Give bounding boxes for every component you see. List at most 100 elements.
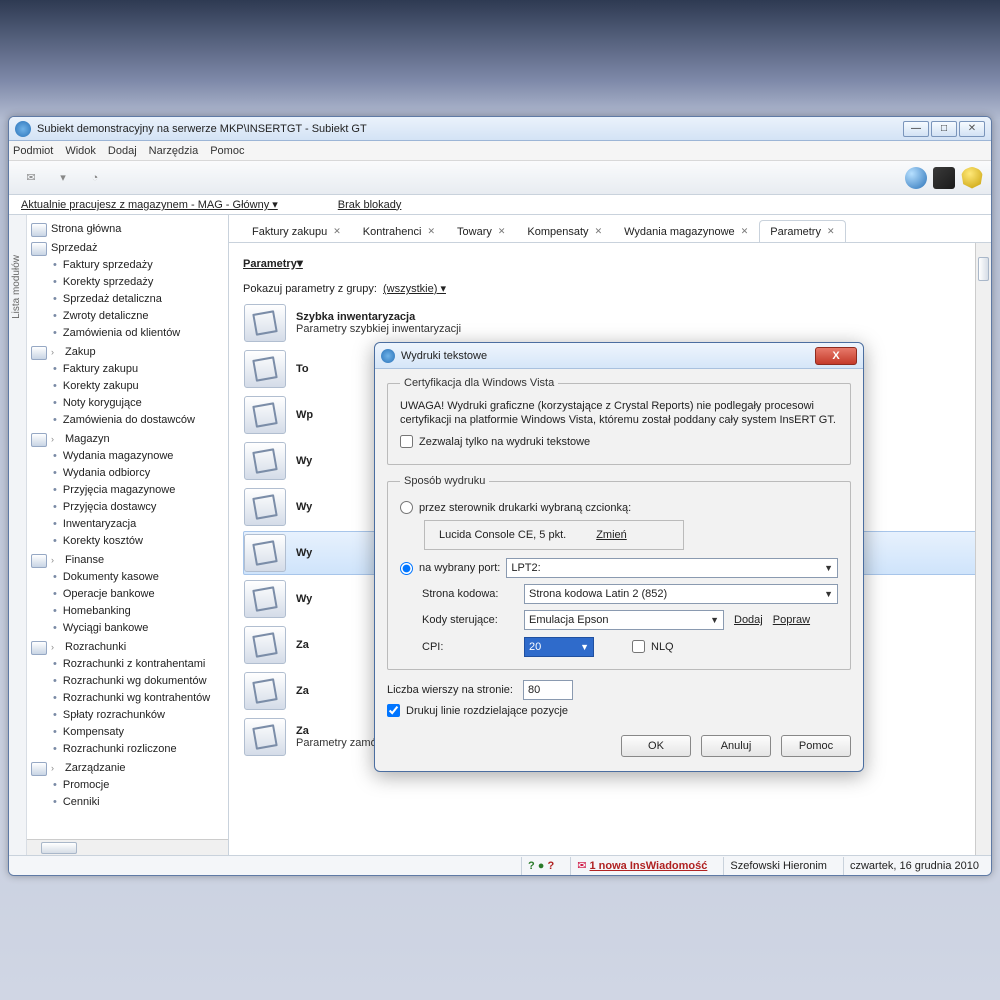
dialog-titlebar[interactable]: Wydruki tekstowe X [375, 343, 863, 369]
checkbox-text-only[interactable]: Zezwalaj tylko na wydruki tekstowe [400, 435, 838, 448]
sidebar-item[interactable]: Wydania magazynowe [31, 448, 226, 465]
sidebar-item[interactable]: Przyjęcia magazynowe [31, 482, 226, 499]
maximize-button[interactable]: □ [931, 121, 957, 137]
sidebar-item[interactable]: Korekty kosztów [31, 533, 226, 550]
sidebar-item[interactable]: Rozrachunki wg kontrahentów [31, 690, 226, 707]
sidebar-group[interactable]: Sprzedaż [31, 240, 226, 257]
cancel-button[interactable]: Anuluj [701, 735, 771, 757]
dialog-wydruki-tekstowe: Wydruki tekstowe X Certyfikacja dla Wind… [374, 342, 864, 772]
help-button[interactable]: Pomoc [781, 735, 851, 757]
checkbox-separator-lines[interactable]: Drukuj linie rozdzielające pozycje [387, 704, 851, 717]
sidebar-item[interactable]: Zamówienia od klientów [31, 325, 226, 342]
sidebar-item[interactable]: Kompensaty [31, 724, 226, 741]
lock-status[interactable]: Brak blokady [338, 199, 402, 211]
close-icon[interactable]: ✕ [498, 226, 506, 237]
toolbar-btn-dropdown[interactable]: ▾ [49, 165, 77, 191]
codes-select[interactable]: Emulacja Epson▼ [524, 610, 724, 630]
sidebar-item[interactable]: Noty korygujące [31, 395, 226, 412]
scrollbar-thumb[interactable] [978, 257, 989, 281]
sidebar-item[interactable]: Wydania odbiorcy [31, 465, 226, 482]
port-select[interactable]: LPT2:▼ [506, 558, 838, 578]
menu-item[interactable]: Pomoc [210, 145, 244, 157]
sidebar-item[interactable]: Operacje bankowe [31, 586, 226, 603]
radio-port[interactable]: na wybrany port: LPT2:▼ [400, 558, 838, 578]
close-icon[interactable]: ✕ [827, 226, 835, 237]
dialog-close-button[interactable]: X [815, 347, 857, 365]
content-vscroll[interactable] [975, 243, 991, 855]
sidebar-item[interactable]: Przyjęcia dostawcy [31, 499, 226, 516]
sidebar-item[interactable]: Promocje [31, 777, 226, 794]
scrollbar-thumb[interactable] [41, 842, 77, 854]
menu-item[interactable]: Narzędzia [149, 145, 199, 157]
sidebar-item[interactable]: Faktury zakupu [31, 361, 226, 378]
sidebar-group[interactable]: ›Finanse [31, 552, 226, 569]
sidebar-group[interactable]: ›Zarządzanie [31, 760, 226, 777]
tab[interactable]: Faktury zakupu✕ [241, 220, 352, 242]
titlebar[interactable]: Subiekt demonstracyjny na serwerze MKP\I… [9, 117, 991, 141]
menu-item[interactable]: Podmiot [13, 145, 53, 157]
close-icon[interactable]: ✕ [595, 226, 603, 237]
tab[interactable]: Wydania magazynowe✕ [613, 220, 759, 242]
tab[interactable]: Towary✕ [446, 220, 516, 242]
sidebar-item[interactable]: Rozrachunki rozliczone [31, 741, 226, 758]
warehouse-selector[interactable]: Aktualnie pracujesz z magazynem - MAG - … [21, 198, 278, 211]
filter-dropdown[interactable]: (wszystkie) ▾ [383, 283, 446, 295]
sidebar-item[interactable]: Korekty zakupu [31, 378, 226, 395]
add-link[interactable]: Dodaj [734, 614, 763, 626]
close-icon[interactable]: ✕ [333, 226, 341, 237]
sidebar-item[interactable]: Homebanking [31, 603, 226, 620]
sidebar-item[interactable]: Korekty sprzedaży [31, 274, 226, 291]
sidebar-item[interactable]: Rozrachunki wg dokumentów [31, 673, 226, 690]
tab[interactable]: Kontrahenci✕ [352, 220, 446, 242]
sidebar-item[interactable]: Spłaty rozrachunków [31, 707, 226, 724]
fix-link[interactable]: Popraw [773, 614, 810, 626]
codepage-select[interactable]: Strona kodowa Latin 2 (852)▼ [524, 584, 838, 604]
sidebar-item[interactable]: Zamówienia do dostawców [31, 412, 226, 429]
envelope-icon[interactable]: ✉ [577, 859, 586, 872]
box-icon[interactable] [933, 167, 955, 189]
close-icon[interactable]: ✕ [427, 226, 435, 237]
sidebar-item[interactable]: Sprzedaż detaliczna [31, 291, 226, 308]
page-title[interactable]: Parametry▾ [243, 251, 977, 272]
change-font-link[interactable]: Zmień [596, 529, 627, 541]
toolbar-btn-disc[interactable]: ◔ [81, 165, 109, 191]
sidebar-item[interactable]: Rozrachunki z kontrahentami [31, 656, 226, 673]
close-icon[interactable]: ✕ [741, 226, 749, 237]
sidebar-item[interactable]: Dokumenty kasowe [31, 569, 226, 586]
toolbar: ✉ ▾ ◔ [9, 161, 991, 195]
status-message[interactable]: 1 nowa InsWiadomość [590, 860, 708, 872]
sidebar-item[interactable]: Inwentaryzacja [31, 516, 226, 533]
alert-icon[interactable]: ? [547, 860, 554, 872]
ok-button[interactable]: OK [621, 735, 691, 757]
close-button[interactable]: ✕ [959, 121, 985, 137]
sidebar-item[interactable]: Cenniki [31, 794, 226, 811]
sidebar-item[interactable]: Faktury sprzedaży [31, 257, 226, 274]
tab[interactable]: Parametry✕ [759, 220, 845, 242]
param-row[interactable]: Szybka inwentaryzacjaParametry szybkiej … [243, 301, 977, 345]
tab[interactable]: Kompensaty✕ [516, 220, 613, 242]
shield-icon[interactable] [961, 167, 983, 189]
font-display-box: Lucida Console CE, 5 pkt. Zmień [424, 520, 684, 550]
radio-driver-font[interactable]: przez sterownik drukarki wybraną czcionk… [400, 501, 838, 514]
minimize-button[interactable]: — [903, 121, 929, 137]
toolbar-btn-mail[interactable]: ✉ [17, 165, 45, 191]
sidebar-group[interactable]: ›Rozrachunki [31, 639, 226, 656]
sidebar-group[interactable]: ›Magazyn [31, 431, 226, 448]
status-user: Szefowski Hieronim [723, 857, 833, 875]
sidebar-group[interactable]: Strona główna [31, 221, 226, 238]
checkbox-nlq[interactable]: NLQ [632, 640, 724, 653]
sidebar-item[interactable]: Zwroty detaliczne [31, 308, 226, 325]
sidebar-hscroll[interactable] [27, 839, 228, 855]
param-icon [244, 718, 286, 756]
app-icon [15, 121, 31, 137]
help-icon[interactable]: ? [528, 860, 535, 872]
cpi-select[interactable]: 20▼ [524, 637, 594, 657]
sidebar-group[interactable]: ›Zakup [31, 344, 226, 361]
fieldset-print-method: Sposób wydruku przez sterownik drukarki … [387, 475, 851, 670]
globe-icon[interactable] [905, 167, 927, 189]
menu-item[interactable]: Dodaj [108, 145, 137, 157]
sidebar-item[interactable]: Wyciągi bankowe [31, 620, 226, 637]
dialog-title: Wydruki tekstowe [401, 350, 487, 362]
rows-input[interactable]: 80 [523, 680, 573, 700]
menu-item[interactable]: Widok [65, 145, 96, 157]
